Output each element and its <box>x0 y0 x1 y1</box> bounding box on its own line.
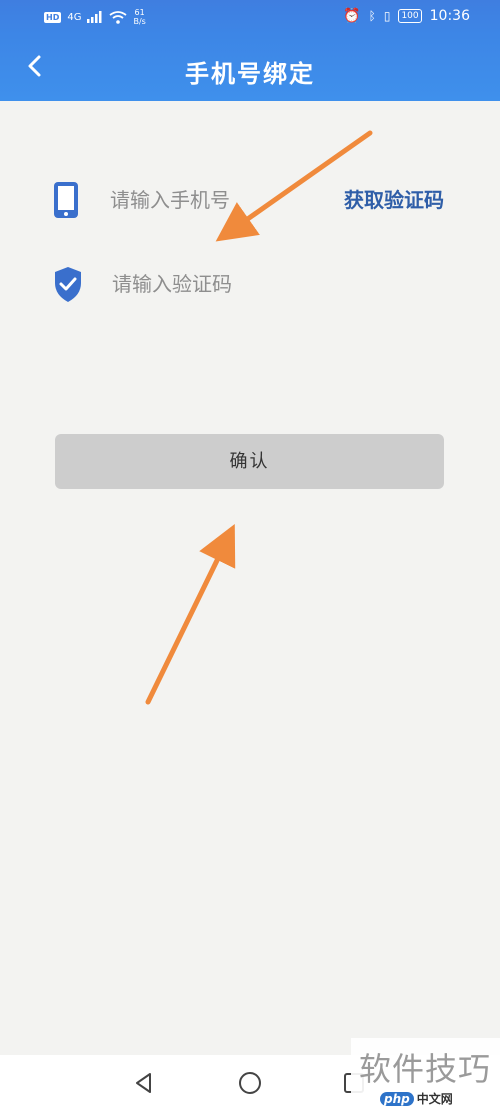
confirm-button[interactable]: 确认 <box>55 434 444 489</box>
alarm-icon: ⏰ <box>343 8 361 24</box>
phone-icon <box>54 182 78 218</box>
shield-check-icon <box>55 267 81 302</box>
get-code-button[interactable]: 获取验证码 <box>344 184 444 213</box>
signal-icon <box>87 11 102 23</box>
nav-back-icon[interactable] <box>130 1069 158 1097</box>
annotation-arrows <box>145 130 373 705</box>
net-speed: 61 B/s <box>133 8 146 26</box>
network-label: 4G <box>67 11 82 23</box>
code-row: 请输入验证码 <box>52 260 452 308</box>
phone-input[interactable]: 请输入手机号 <box>110 184 230 213</box>
title-bar: HD 4G 61 B/s ⏰ ᛒ ▯ 100 10:36 手机号绑定 <box>0 0 500 101</box>
status-bar: HD 4G 61 B/s ⏰ ᛒ ▯ 100 10:36 <box>0 0 500 36</box>
battery-indicator: 100 <box>398 9 422 23</box>
page-title: 手机号绑定 <box>185 60 315 88</box>
code-input[interactable]: 请输入验证码 <box>112 268 232 297</box>
watermark-logo: php 中文网 <box>380 1090 453 1107</box>
watermark-text: 软件技巧 <box>359 1050 492 1088</box>
phone-row: 请输入手机号 获取验证码 <box>52 176 452 224</box>
hd-badge: HD <box>44 11 62 23</box>
wifi-icon <box>109 10 128 24</box>
nav-home-icon[interactable] <box>236 1069 264 1097</box>
bluetooth-icon: ᛒ <box>368 9 376 23</box>
arrow-to-confirm <box>145 524 236 705</box>
clock: 10:36 <box>429 8 470 24</box>
vibrate-icon: ▯ <box>383 9 391 23</box>
nav-header: 手机号绑定 <box>0 40 500 100</box>
